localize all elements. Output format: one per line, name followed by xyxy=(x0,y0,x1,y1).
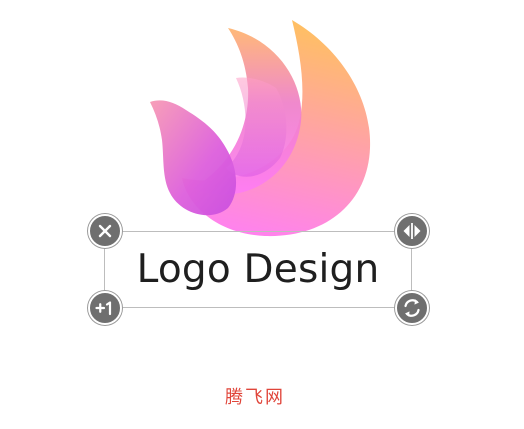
flip-horizontal-icon xyxy=(403,223,421,239)
plus-one-icon xyxy=(95,301,112,316)
delete-button[interactable] xyxy=(88,214,122,248)
flip-button[interactable] xyxy=(395,214,429,248)
logo-text[interactable]: Logo Design xyxy=(104,231,412,308)
close-icon xyxy=(98,224,112,238)
duplicate-button[interactable] xyxy=(88,291,122,325)
watermark-text: 腾飞网 xyxy=(225,387,285,408)
rotate-icon xyxy=(404,299,420,317)
flame-bird-logo-icon xyxy=(150,20,371,237)
rotate-button[interactable] xyxy=(395,291,429,325)
